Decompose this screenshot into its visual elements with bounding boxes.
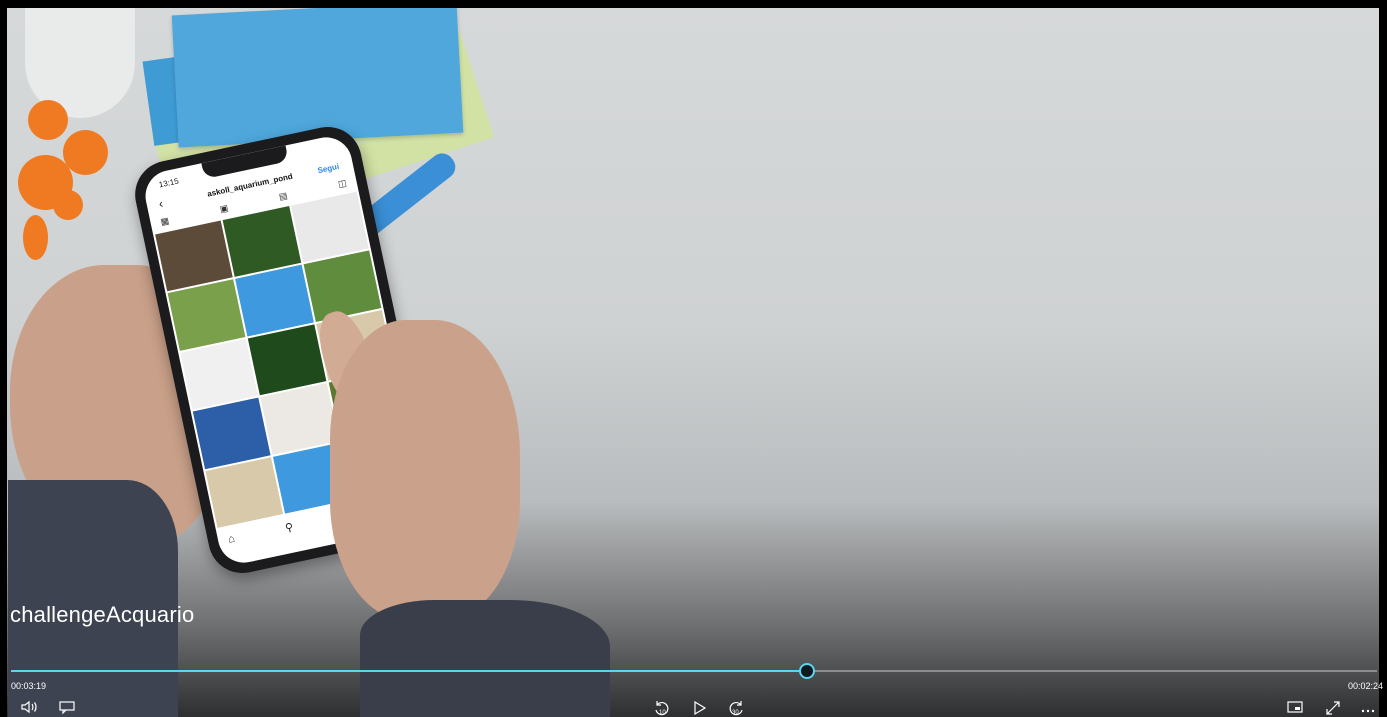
video-title: challengeAcquario [10, 602, 195, 627]
time-remaining: 00:02:24 [1347, 681, 1383, 691]
skip-back-label: 10 [659, 710, 666, 716]
time-elapsed: 00:03:19 [11, 681, 47, 691]
seek-bar[interactable] [11, 663, 1377, 679]
orange-toy [18, 100, 113, 260]
search-icon: ⚲ [284, 521, 295, 535]
right-sleeve [360, 600, 610, 717]
seek-bar-progress [11, 670, 808, 672]
skip-forward-30-icon[interactable]: 30 [727, 700, 745, 716]
play-button[interactable] [693, 700, 707, 716]
grid-icon: ▦ [159, 215, 171, 227]
subtitles-icon[interactable] [59, 700, 75, 714]
home-icon: ⌂ [227, 532, 237, 546]
volume-icon[interactable] [21, 700, 39, 714]
right-hand [330, 320, 520, 620]
skip-forward-label: 30 [732, 710, 739, 716]
back-arrow-icon: ‹ [157, 196, 165, 211]
more-options-icon[interactable] [1360, 700, 1376, 714]
tagged-icon: ◫ [337, 177, 348, 190]
blue-notepad [171, 0, 464, 148]
phone-follow-button: Segui [316, 161, 340, 176]
letterbox-left [0, 0, 7, 717]
phone-time: 13:15 [158, 176, 180, 190]
fullscreen-icon[interactable] [1325, 700, 1341, 716]
reels-icon: ▣ [218, 202, 230, 215]
letterbox-right [1379, 0, 1387, 717]
guide-icon: ▤ [277, 190, 289, 202]
letterbox-top [0, 0, 1387, 8]
skip-back-10-icon[interactable]: 10 [653, 700, 671, 716]
mini-player-icon[interactable] [1287, 700, 1303, 714]
video-frame[interactable]: 13:15 ‹ askoll_aquarium_pond Segui ▦ ▣ ▤… [0, 0, 1387, 717]
